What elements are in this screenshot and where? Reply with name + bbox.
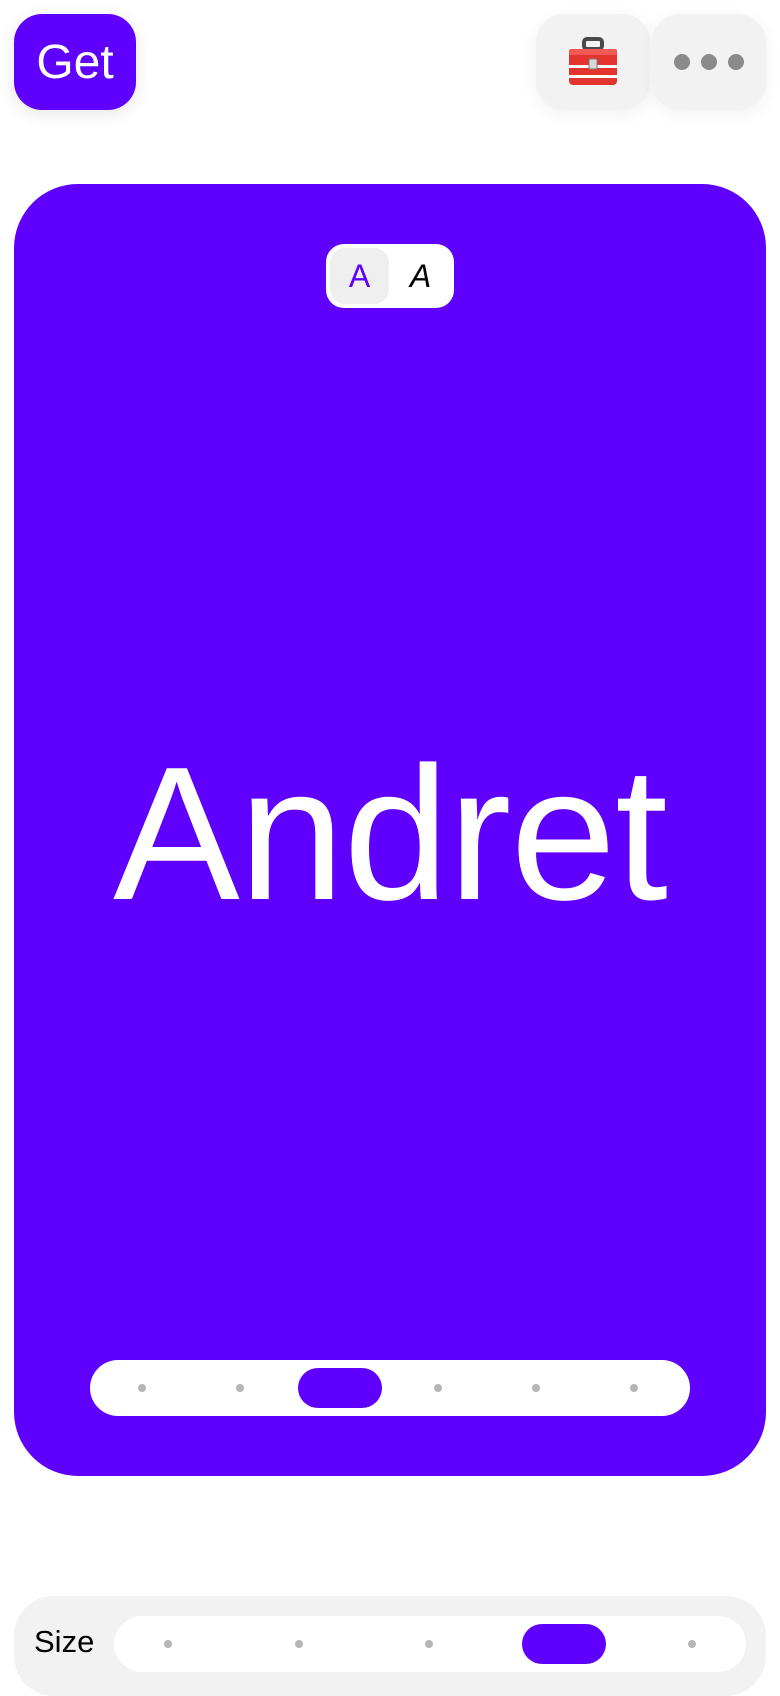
font-preview-card: A A Andret xyxy=(14,184,766,1476)
toolbox-icon xyxy=(569,37,617,85)
size-slider[interactable] xyxy=(114,1616,746,1672)
size-slider-thumb[interactable] xyxy=(522,1624,606,1664)
size-slider-stop[interactable] xyxy=(295,1640,303,1648)
size-control: Size xyxy=(14,1596,766,1696)
weight-slider-stop[interactable] xyxy=(532,1384,540,1392)
toolbox-button[interactable] xyxy=(536,14,650,110)
weight-slider-thumb[interactable] xyxy=(298,1368,382,1408)
weight-slider-stop[interactable] xyxy=(138,1384,146,1392)
regular-style-option[interactable]: A xyxy=(330,248,389,304)
get-button[interactable]: Get xyxy=(14,14,136,110)
more-options-button[interactable] xyxy=(652,14,766,110)
size-slider-stop[interactable] xyxy=(688,1640,696,1648)
weight-slider[interactable] xyxy=(90,1360,690,1416)
weight-slider-stop[interactable] xyxy=(434,1384,442,1392)
size-slider-stop[interactable] xyxy=(164,1640,172,1648)
size-label: Size xyxy=(34,1624,95,1659)
preview-text: Andret xyxy=(113,728,668,940)
weight-slider-stop[interactable] xyxy=(236,1384,244,1392)
size-slider-stop[interactable] xyxy=(425,1640,433,1648)
italic-style-option[interactable]: A xyxy=(391,248,450,304)
more-dots-icon xyxy=(701,54,717,70)
more-dots-icon xyxy=(674,54,690,70)
style-toggle: A A xyxy=(326,244,454,308)
weight-slider-stop[interactable] xyxy=(630,1384,638,1392)
more-dots-icon xyxy=(728,54,744,70)
